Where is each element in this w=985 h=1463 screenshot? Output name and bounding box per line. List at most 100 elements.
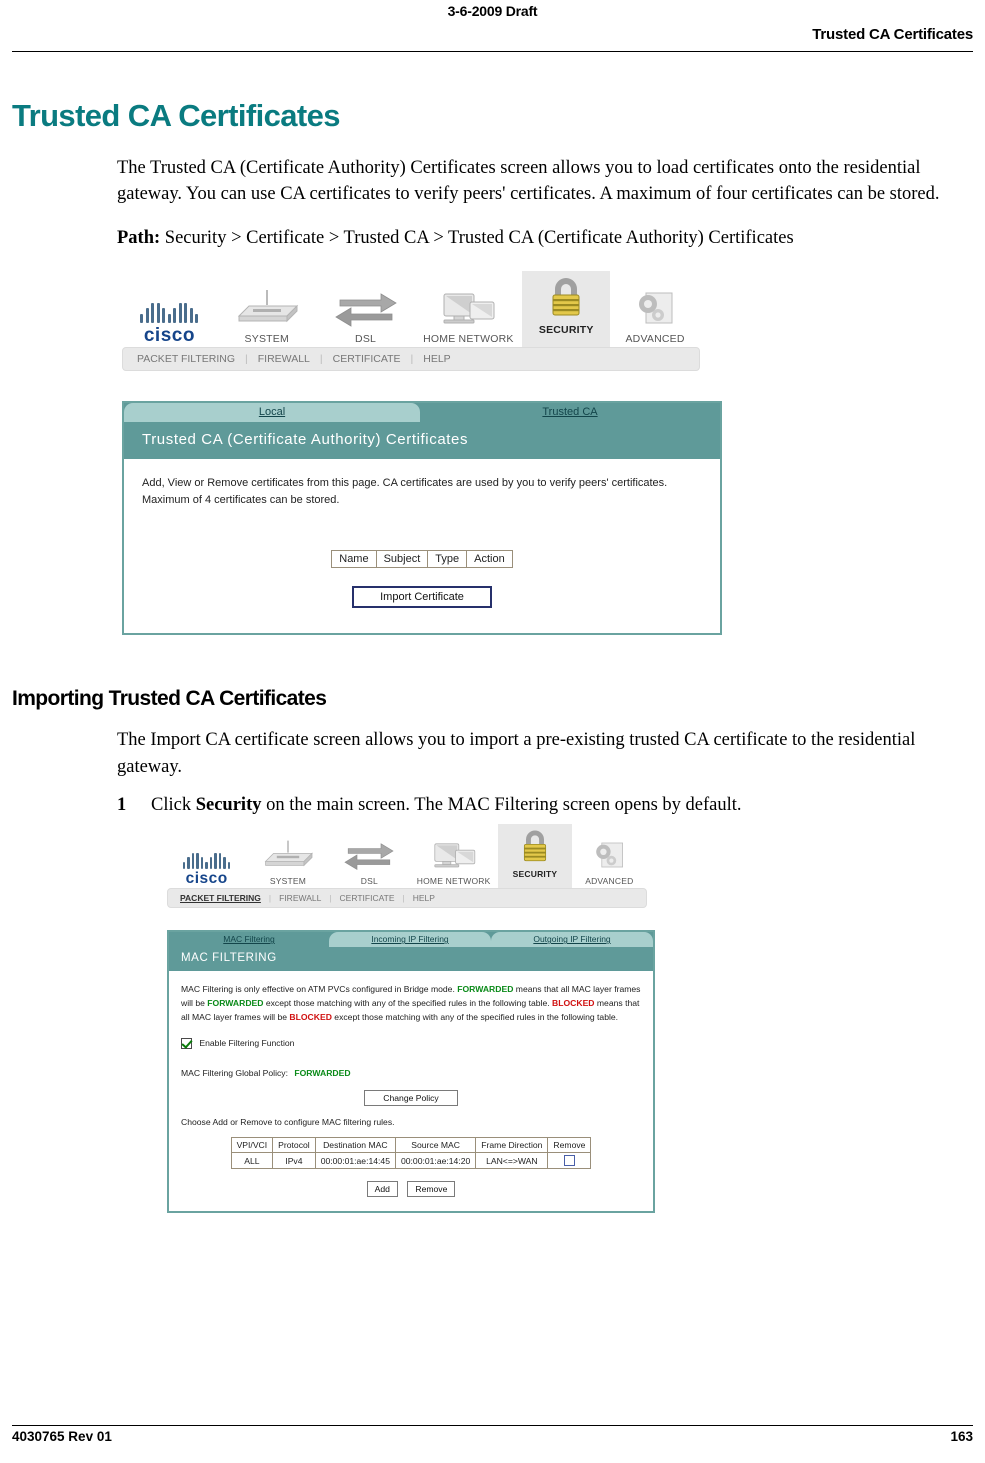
cisco-wordmark-2: cisco [185, 870, 228, 888]
subnav-item-packet-filtering[interactable]: PACKET FILTERING [137, 353, 235, 365]
subnav-separator: | [319, 353, 323, 366]
cisco-logo-2: cisco [167, 851, 246, 888]
router-navbar: cisco SYSTEM DSL HOME NETWORK SECURITY A… [122, 271, 700, 372]
enable-filtering-checkbox[interactable] [181, 1038, 192, 1050]
page-header: 3-6-2009 Draft Trusted CA Certificates [0, 0, 985, 52]
cell-protocol: IPv4 [272, 1152, 316, 1170]
tab-incoming-ip-filtering[interactable]: Incoming IP Filtering [329, 932, 491, 948]
nav-item-security-2[interactable]: SECURITY [498, 824, 572, 889]
nav-label-advanced: ADVANCED [625, 333, 685, 346]
column-header-action: Action [466, 550, 513, 569]
nav-item-system[interactable]: SYSTEM [217, 284, 317, 347]
step-number: 1 [117, 794, 127, 815]
cell-remove [547, 1152, 592, 1170]
chapter-intro-paragraph: The Trusted CA (Certificate Authority) C… [117, 157, 940, 204]
nav-item-dsl-2[interactable]: DSL [330, 835, 409, 888]
nav-item-home-network-2[interactable]: HOME NETWORK [409, 835, 498, 888]
mac-filtering-description: MAC Filtering is only effective on ATM P… [181, 984, 641, 1022]
router-subnav-2: PACKET FILTERING | FIREWALL | CERTIFICAT… [167, 888, 647, 909]
step-1: 1 Click Security on the main screen. The… [12, 792, 973, 818]
trusted-ca-tabrow: Local Trusted CA [124, 403, 720, 423]
rules-hint: Choose Add or Remove to configure MAC fi… [181, 1117, 395, 1128]
nav-label-home-network: HOME NETWORK [423, 333, 514, 346]
subnav-item-firewall[interactable]: FIREWALL [258, 353, 310, 365]
status-blocked: BLOCKED [289, 1011, 332, 1022]
cell-source-mac: 00:00:01:ae:14:20 [394, 1152, 477, 1170]
subnav-item-help-2[interactable]: HELP [413, 893, 435, 903]
column-header-protocol: Protocol [272, 1137, 316, 1154]
arrows-exchange-icon [344, 843, 394, 871]
nav-item-security[interactable]: SECURITY [522, 271, 611, 348]
header-divider [12, 51, 973, 52]
router-icon [237, 290, 298, 323]
footer-divider [12, 1425, 973, 1426]
global-policy-value: FORWARDED [294, 1068, 351, 1079]
nav-label-system-2: SYSTEM [269, 876, 307, 887]
add-rule-button[interactable]: Add [366, 1181, 398, 1198]
row-remove-checkbox[interactable] [563, 1155, 575, 1167]
table-header-row: VPI/VCI Protocol Destination MAC Source … [230, 1137, 592, 1154]
footer-page-number: 163 [950, 1429, 973, 1444]
monitors-icon [434, 843, 475, 868]
cell-vpi-vci: ALL [230, 1152, 274, 1170]
router-navbar-2: cisco SYSTEM DSL HOME NETWORK SECURITY A… [167, 824, 647, 909]
subnav-item-firewall-2[interactable]: FIREWALL [279, 893, 321, 903]
tab-local[interactable]: Local [124, 403, 420, 423]
mac-filtering-panel: MAC Filtering Incoming IP Filtering Outg… [167, 930, 655, 1214]
cisco-bars-icon [122, 301, 217, 324]
remove-rule-button[interactable]: Remove [407, 1181, 456, 1198]
mac-filtering-panel-body: MAC Filtering is only effective on ATM P… [169, 971, 653, 1212]
column-header-destination-mac: Destination MAC [314, 1137, 396, 1154]
page-content: Trusted CA Certificates The Trusted CA (… [12, 98, 973, 1214]
nav-label-advanced-2: ADVANCED [585, 876, 634, 887]
tab-trusted-ca[interactable]: Trusted CA [420, 403, 720, 423]
enable-filtering-row: Enable Filtering Function [181, 1037, 641, 1050]
subnav-item-certificate-2[interactable]: CERTIFICATE [340, 893, 395, 903]
cell-destination-mac: 00:00:01:ae:14:45 [314, 1152, 396, 1170]
nav-item-advanced-2[interactable]: ADVANCED [572, 835, 647, 888]
column-header-vpi-vci: VPI/VCI [230, 1137, 274, 1154]
column-header-remove: Remove [547, 1137, 592, 1154]
nav-label-dsl-2: DSL [360, 876, 378, 887]
change-policy-button[interactable]: Change Policy [364, 1090, 458, 1107]
import-certificate-button[interactable]: Import Certificate [352, 586, 492, 609]
subnav-item-help[interactable]: HELP [423, 353, 450, 365]
path-label: Path: [117, 228, 161, 249]
nav-label-system: SYSTEM [244, 333, 289, 346]
router-nav-icons: cisco SYSTEM DSL HOME NETWORK SECURITY A… [122, 271, 700, 348]
column-header-source-mac: Source MAC [394, 1137, 477, 1154]
tab-mac-filtering[interactable]: MAC Filtering [169, 932, 329, 948]
tab-outgoing-ip-filtering[interactable]: Outgoing IP Filtering [491, 932, 653, 948]
subnav-item-certificate[interactable]: CERTIFICATE [333, 353, 401, 365]
nav-item-dsl[interactable]: DSL [317, 284, 415, 347]
running-header-title: Trusted CA Certificates [812, 26, 973, 43]
nav-label-security: SECURITY [538, 324, 594, 337]
subnav-separator: | [402, 893, 405, 904]
nav-item-system-2[interactable]: SYSTEM [246, 835, 329, 888]
page-footer: 4030765 Rev 01 163 [12, 1425, 973, 1449]
subnav-item-packet-filtering-2[interactable]: PACKET FILTERING [180, 893, 261, 903]
path-line: Path: Security > Certificate > Trusted C… [12, 225, 973, 251]
padlock-icon [552, 278, 580, 316]
subnav-separator: | [410, 353, 414, 366]
section-intro-paragraph: The Import CA certificate screen allows … [117, 730, 916, 777]
footer-document-number: 4030765 Rev 01 [12, 1429, 112, 1444]
status-blocked: BLOCKED [552, 998, 595, 1009]
draft-stamp: 3-6-2009 Draft [447, 3, 538, 19]
mac-filter-rules-table: VPI/VCI Protocol Destination MAC Source … [230, 1137, 592, 1170]
path-value: Security > Certificate > Trusted CA > Tr… [164, 228, 794, 249]
page-title: Trusted CA Certificates [12, 98, 340, 133]
certificates-table: Name Subject Type Action [331, 550, 513, 569]
nav-item-advanced[interactable]: ADVANCED [610, 284, 700, 347]
table-header-row: Name Subject Type Action [331, 550, 513, 569]
cisco-logo: cisco [122, 301, 217, 347]
padlock-icon [523, 830, 546, 862]
global-policy-row: MAC Filtering Global Policy: FORWARDED [181, 1068, 641, 1078]
subnav-separator: | [268, 893, 272, 904]
enable-filtering-label: Enable Filtering Function [199, 1037, 295, 1048]
cell-frame-direction: LAN<=>WAN [475, 1152, 549, 1170]
monitors-icon [443, 293, 495, 324]
status-forwarded: FORWARDED [457, 984, 514, 995]
nav-item-home-network[interactable]: HOME NETWORK [414, 284, 522, 347]
global-policy-label: MAC Filtering Global Policy: [181, 1068, 288, 1079]
